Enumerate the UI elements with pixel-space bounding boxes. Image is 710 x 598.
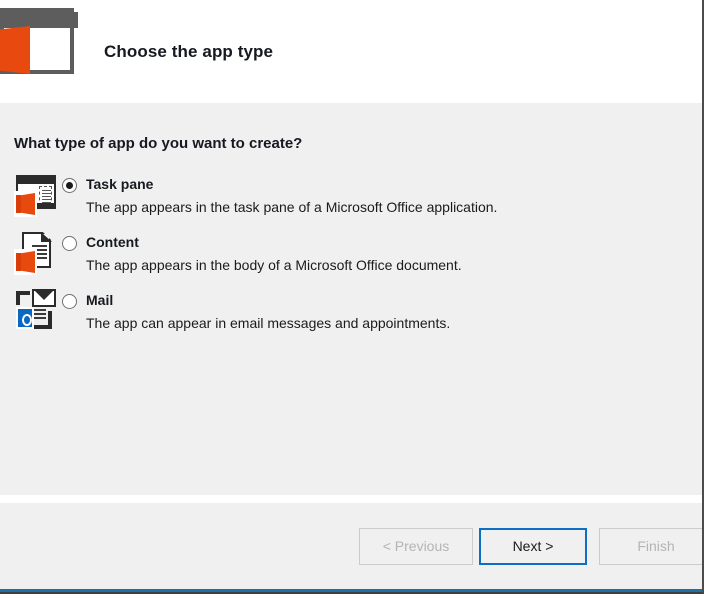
content-document-icon	[14, 231, 58, 275]
option-label-content: Content	[86, 234, 139, 250]
option-description-content: The app appears in the body of a Microso…	[86, 257, 462, 273]
previous-button[interactable]: < Previous	[359, 528, 473, 565]
wizard-footer: < Previous Next > Finish	[0, 503, 702, 591]
office-badge-body	[21, 193, 35, 215]
task-pane-icon	[14, 173, 58, 217]
option-content[interactable]: Content The app appears in the body of a…	[0, 231, 702, 289]
office-logo-body	[0, 26, 30, 74]
office-badge-icon	[14, 191, 37, 217]
wizard-body: What type of app do you want to create?	[0, 103, 702, 495]
mail-frame-top-left	[16, 291, 30, 305]
office-badge-body	[21, 251, 35, 273]
wizard-window: Choose the app type What type of app do …	[0, 0, 704, 594]
office-badge-icon	[14, 249, 37, 275]
option-label-task-pane: Task pane	[86, 176, 154, 192]
mail-content-region	[32, 309, 46, 321]
option-description-task-pane: The app appears in the task pane of a Mi…	[86, 199, 498, 215]
option-task-pane[interactable]: Task pane The app appears in the task pa…	[0, 173, 702, 231]
option-label-mail: Mail	[86, 292, 114, 308]
office-app-window-icon	[0, 8, 78, 76]
option-mail[interactable]: Mail The app can appear in email message…	[0, 289, 702, 347]
finish-button[interactable]: Finish	[599, 528, 702, 565]
app-type-radio-group: Task pane The app appears in the task pa…	[0, 173, 702, 347]
mail-envelope-icon	[14, 289, 58, 333]
next-button[interactable]: Next >	[479, 528, 587, 565]
window-bottom-accent	[0, 589, 702, 592]
footer-separator	[0, 495, 702, 503]
radio-mail[interactable]	[62, 294, 77, 309]
office-logo-mark	[0, 26, 30, 74]
office-badge-spine	[16, 253, 21, 271]
radio-content[interactable]	[62, 236, 77, 251]
office-badge-spine	[16, 195, 21, 213]
wizard-header: Choose the app type	[0, 0, 702, 103]
radio-task-pane[interactable]	[62, 178, 77, 193]
question-label: What type of app do you want to create?	[14, 135, 303, 152]
envelope-icon	[32, 289, 56, 307]
page-title: Choose the app type	[104, 42, 274, 61]
option-description-mail: The app can appear in email messages and…	[86, 315, 451, 331]
task-pane-title-bar	[18, 177, 54, 184]
outlook-badge-icon	[16, 307, 34, 329]
